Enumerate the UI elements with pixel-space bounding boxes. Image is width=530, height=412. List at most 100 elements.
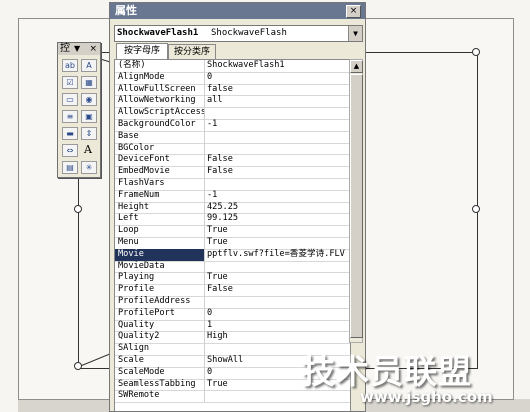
property-name: MovieData (118, 260, 165, 271)
image-control-tool-icon[interactable]: ▤ (62, 161, 78, 174)
property-value[interactable]: ShowAll (207, 355, 243, 367)
property-value[interactable]: 0 (207, 72, 212, 84)
property-name: EmbedMovie (118, 166, 170, 177)
object-type: ShockwaveFlash (211, 28, 287, 38)
property-name: SeamlessTabbing (118, 378, 196, 389)
frame-tool-icon[interactable]: ▣ (81, 110, 97, 123)
property-name: BGColor (118, 142, 155, 153)
column-divider (204, 95, 205, 108)
checkbox-tool-icon[interactable]: ☑ (62, 76, 78, 89)
property-value[interactable]: False (207, 284, 233, 296)
property-name: FlashVars (118, 178, 165, 188)
listbox-tool-icon[interactable]: ≡ (62, 110, 78, 123)
text-label-tool-icon[interactable]: A (81, 144, 95, 155)
column-divider (204, 284, 205, 297)
watermark-logo-text: 技术员联盟 (302, 352, 472, 391)
column-divider (204, 107, 205, 120)
column-divider (204, 331, 205, 344)
column-divider (204, 83, 205, 96)
column-divider (204, 390, 205, 403)
object-name: ShockwaveFlash1 (117, 28, 199, 38)
toggle-button-tool-icon[interactable]: ▬ (62, 127, 78, 140)
scrollbar-thumb[interactable] (350, 74, 363, 338)
column-divider (204, 366, 205, 379)
column-divider (204, 178, 205, 190)
property-name: Quality2 (118, 331, 160, 342)
property-value[interactable]: 0 (207, 308, 212, 320)
column-divider (204, 319, 205, 332)
tab-categorized[interactable]: 按分类序 (168, 44, 216, 59)
property-value[interactable]: -1 (207, 119, 217, 131)
spin-button-tool-icon[interactable]: ⇕ (81, 127, 97, 140)
property-value[interactable]: False (207, 166, 233, 178)
property-value[interactable]: True (207, 225, 228, 237)
properties-titlebar[interactable]: 属性 (110, 3, 365, 19)
column-divider (204, 213, 205, 226)
column-divider (204, 248, 205, 261)
property-name: (名称) (118, 60, 146, 70)
toolbox-dropdown-icon[interactable]: ▼ (74, 43, 80, 55)
property-name: SWRemote (118, 390, 160, 401)
column-divider (204, 225, 205, 238)
combobox-tool-icon[interactable]: ▭ (62, 93, 78, 106)
property-value[interactable]: 425.25 (207, 202, 238, 214)
column-divider (204, 142, 205, 155)
label-tool-icon[interactable]: A (81, 59, 97, 72)
property-name: AllowScriptAccess (118, 107, 206, 118)
property-value[interactable]: True (207, 237, 228, 249)
image-tool-icon[interactable]: ▦ (81, 76, 97, 89)
column-divider (204, 378, 205, 391)
tab-alphabetic[interactable]: 按字母序 (116, 43, 168, 59)
resize-handle-right[interactable] (472, 205, 480, 213)
property-name: DeviceFont (118, 154, 170, 165)
toolbox-titlebar[interactable]: 控 ▼ × (58, 43, 100, 55)
column-divider (204, 130, 205, 143)
resize-handle-bottom-left[interactable] (74, 362, 82, 370)
property-value[interactable]: True (207, 272, 228, 284)
resize-handle-left[interactable] (74, 205, 82, 213)
property-value[interactable]: false (207, 84, 233, 96)
column-divider (204, 307, 205, 320)
property-name: Menu (118, 237, 139, 247)
property-value[interactable]: ShockwaveFlash1 (207, 60, 285, 72)
property-value[interactable]: 0 (207, 367, 212, 379)
option-button-tool-icon[interactable]: ◉ (81, 93, 97, 106)
property-scrollbar[interactable]: ▲ (349, 59, 363, 343)
column-divider (204, 355, 205, 367)
chevron-down-icon[interactable]: ▼ (348, 26, 362, 41)
property-name: Base (118, 130, 139, 141)
more-controls-tool-icon[interactable]: ✳ (81, 161, 97, 174)
textbox-tool-icon[interactable]: ab (62, 59, 78, 72)
property-value[interactable]: True (207, 379, 228, 391)
object-select-dropdown[interactable]: ShockwaveFlash1 ShockwaveFlash ▼ (114, 25, 363, 42)
property-value[interactable]: High (207, 331, 228, 343)
column-divider (204, 272, 205, 285)
property-name: AllowFullScreen (118, 83, 196, 94)
property-name: FrameNum (118, 189, 160, 200)
property-name: ProfileAddress (118, 296, 191, 306)
resize-handle-top-right[interactable] (472, 48, 480, 56)
column-divider (204, 71, 205, 84)
column-divider (204, 60, 205, 72)
toolbox-close-icon[interactable]: × (89, 43, 97, 55)
column-divider (204, 296, 205, 308)
property-name: BackgroundColor (118, 119, 196, 129)
column-divider (204, 201, 205, 214)
column-divider (204, 154, 205, 167)
property-value[interactable]: 99.125 (207, 213, 238, 225)
property-value[interactable]: all (207, 95, 223, 107)
scroll-up-icon[interactable]: ▲ (350, 60, 363, 73)
property-value[interactable]: False (207, 154, 233, 166)
property-value[interactable]: pptflv.swf?file=香菱学诗.FLV (207, 249, 345, 261)
property-name: SAlign (118, 343, 150, 354)
close-icon[interactable]: × (346, 5, 361, 18)
property-value[interactable]: 1 (207, 320, 212, 332)
property-value[interactable]: -1 (207, 190, 217, 202)
column-divider (204, 343, 205, 356)
watermark-url: www.jsgho.com (360, 388, 493, 406)
property-name: Height (118, 201, 150, 212)
column-divider (204, 237, 205, 249)
column-divider (204, 189, 205, 202)
scrollbar-tool-icon[interactable]: ⇔ (62, 144, 78, 157)
property-name: Left (118, 213, 139, 224)
